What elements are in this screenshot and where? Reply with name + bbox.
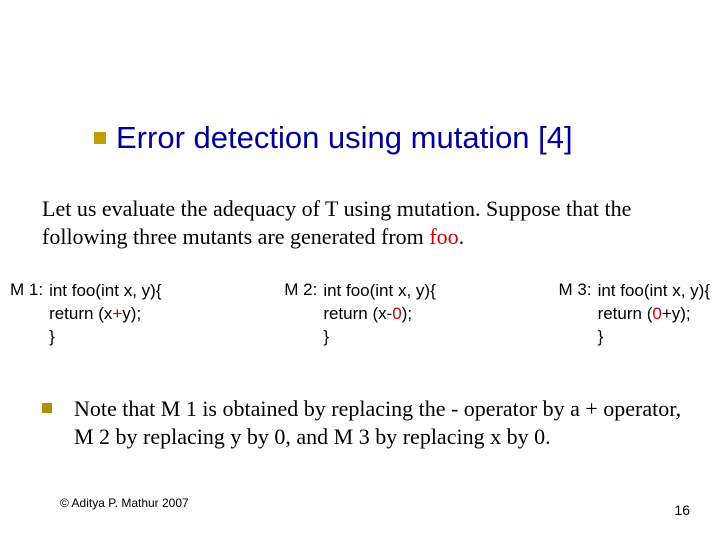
mutant-m2: M 2: int foo(int x, y){ return (x-0); } [284,280,436,349]
m3-ret-pre: return ( [598,304,653,323]
note-text: Note that M 1 is obtained by replacing t… [74,395,695,451]
slide: Error detection using mutation [4] Let u… [0,0,720,540]
m3-op: 0 [652,304,661,323]
m3-sig: int foo(int x, y){ [598,281,710,300]
mutant-m3: M 3: int foo(int x, y){ return (0+y); } [559,280,711,349]
intro-post: . [459,224,465,249]
m1-ret-post: y); [122,304,141,323]
mutant-label-m2: M 2: [284,280,317,300]
note-bullet-icon [42,403,52,413]
mutant-label-m3: M 3: [559,280,592,300]
m1-close: } [49,327,55,346]
footer-page-number: 16 [674,502,690,518]
mutant-m1: M 1: int foo(int x, y){ return (x+y); } [10,280,162,349]
note-row: Note that M 1 is obtained by replacing t… [42,395,695,451]
m2-op: 0 [392,304,401,323]
m2-sig: int foo(int x, y){ [323,281,435,300]
intro-pre: Let us evaluate the adequacy of T using … [42,196,631,249]
mutants-row: M 1: int foo(int x, y){ return (x+y); } … [10,280,710,349]
mutant-label-m1: M 1: [10,280,43,300]
footer-copyright: © Aditya P. Mathur 2007 [60,496,189,510]
m3-close: } [598,327,604,346]
m3-ret-post: +y); [662,304,691,323]
mutant-code-m2: int foo(int x, y){ return (x-0); } [323,280,435,349]
m1-sig: int foo(int x, y){ [49,281,161,300]
mutant-code-m3: int foo(int x, y){ return (0+y); } [598,280,710,349]
slide-title: Error detection using mutation [4] [116,120,573,156]
m2-close: } [323,327,329,346]
m1-op: + [112,304,122,323]
intro-foo: foo [429,224,458,249]
title-bullet-icon [94,132,106,144]
intro-text: Let us evaluate the adequacy of T using … [42,195,680,250]
m2-ret-pre: return (x- [323,304,392,323]
m2-ret-post: ); [402,304,412,323]
title-row: Error detection using mutation [4] [94,120,573,156]
mutant-code-m1: int foo(int x, y){ return (x+y); } [49,280,161,349]
m1-ret-pre: return (x [49,304,112,323]
